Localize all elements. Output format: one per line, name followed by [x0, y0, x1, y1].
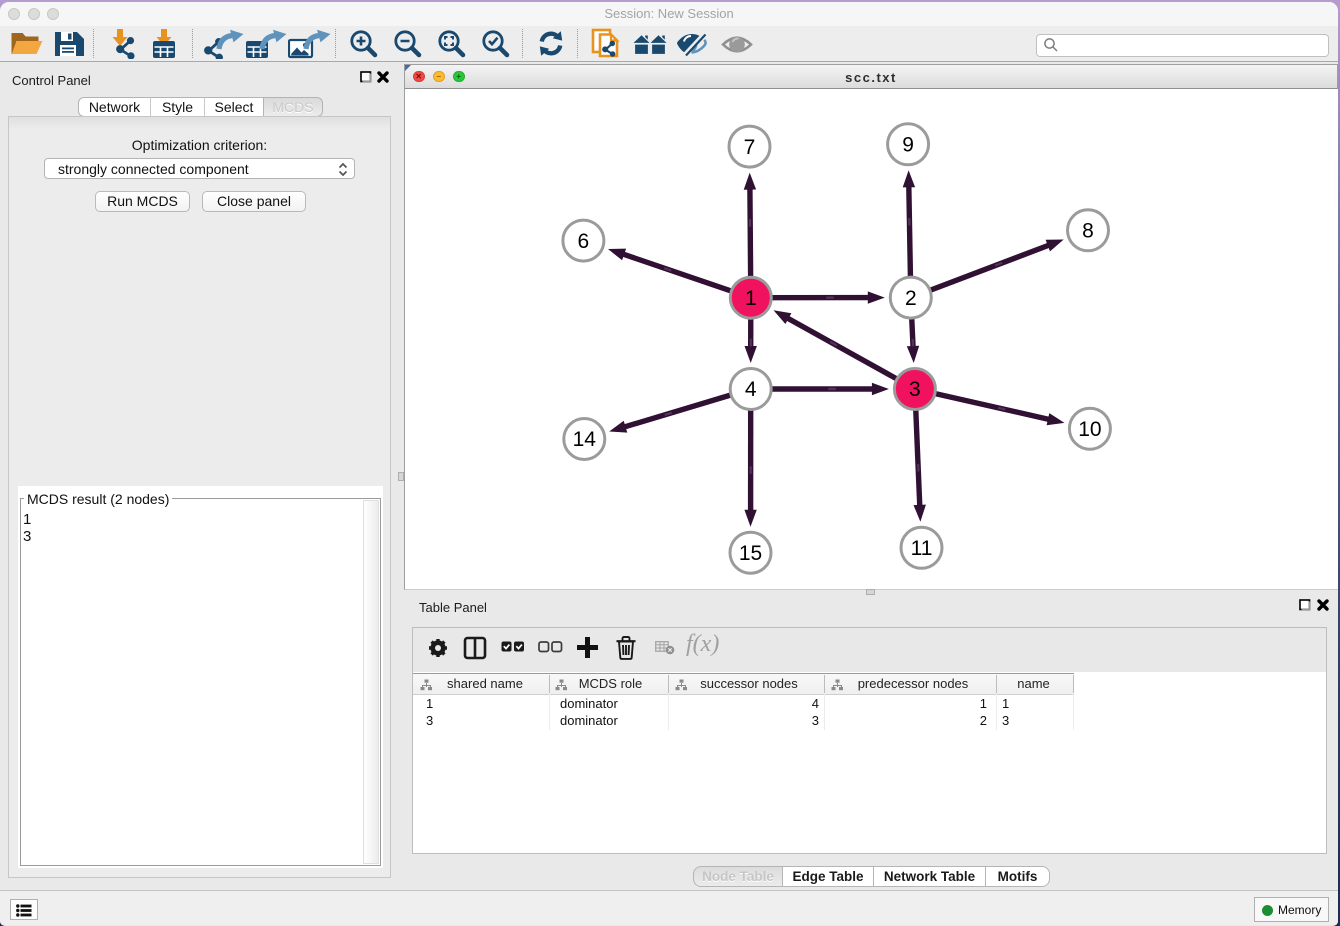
- svg-text:9: 9: [902, 134, 914, 157]
- svg-text:8: 8: [1082, 220, 1094, 243]
- svg-text:10: 10: [1078, 418, 1101, 441]
- svg-text:14: 14: [573, 428, 597, 451]
- svg-text:3: 3: [909, 378, 921, 401]
- svg-text:15: 15: [739, 542, 762, 565]
- svg-text:7: 7: [744, 136, 756, 159]
- svg-text:1: 1: [745, 287, 757, 310]
- svg-text:2: 2: [905, 287, 917, 310]
- svg-text:6: 6: [578, 230, 590, 253]
- svg-text:11: 11: [911, 537, 933, 560]
- svg-text:4: 4: [745, 378, 757, 401]
